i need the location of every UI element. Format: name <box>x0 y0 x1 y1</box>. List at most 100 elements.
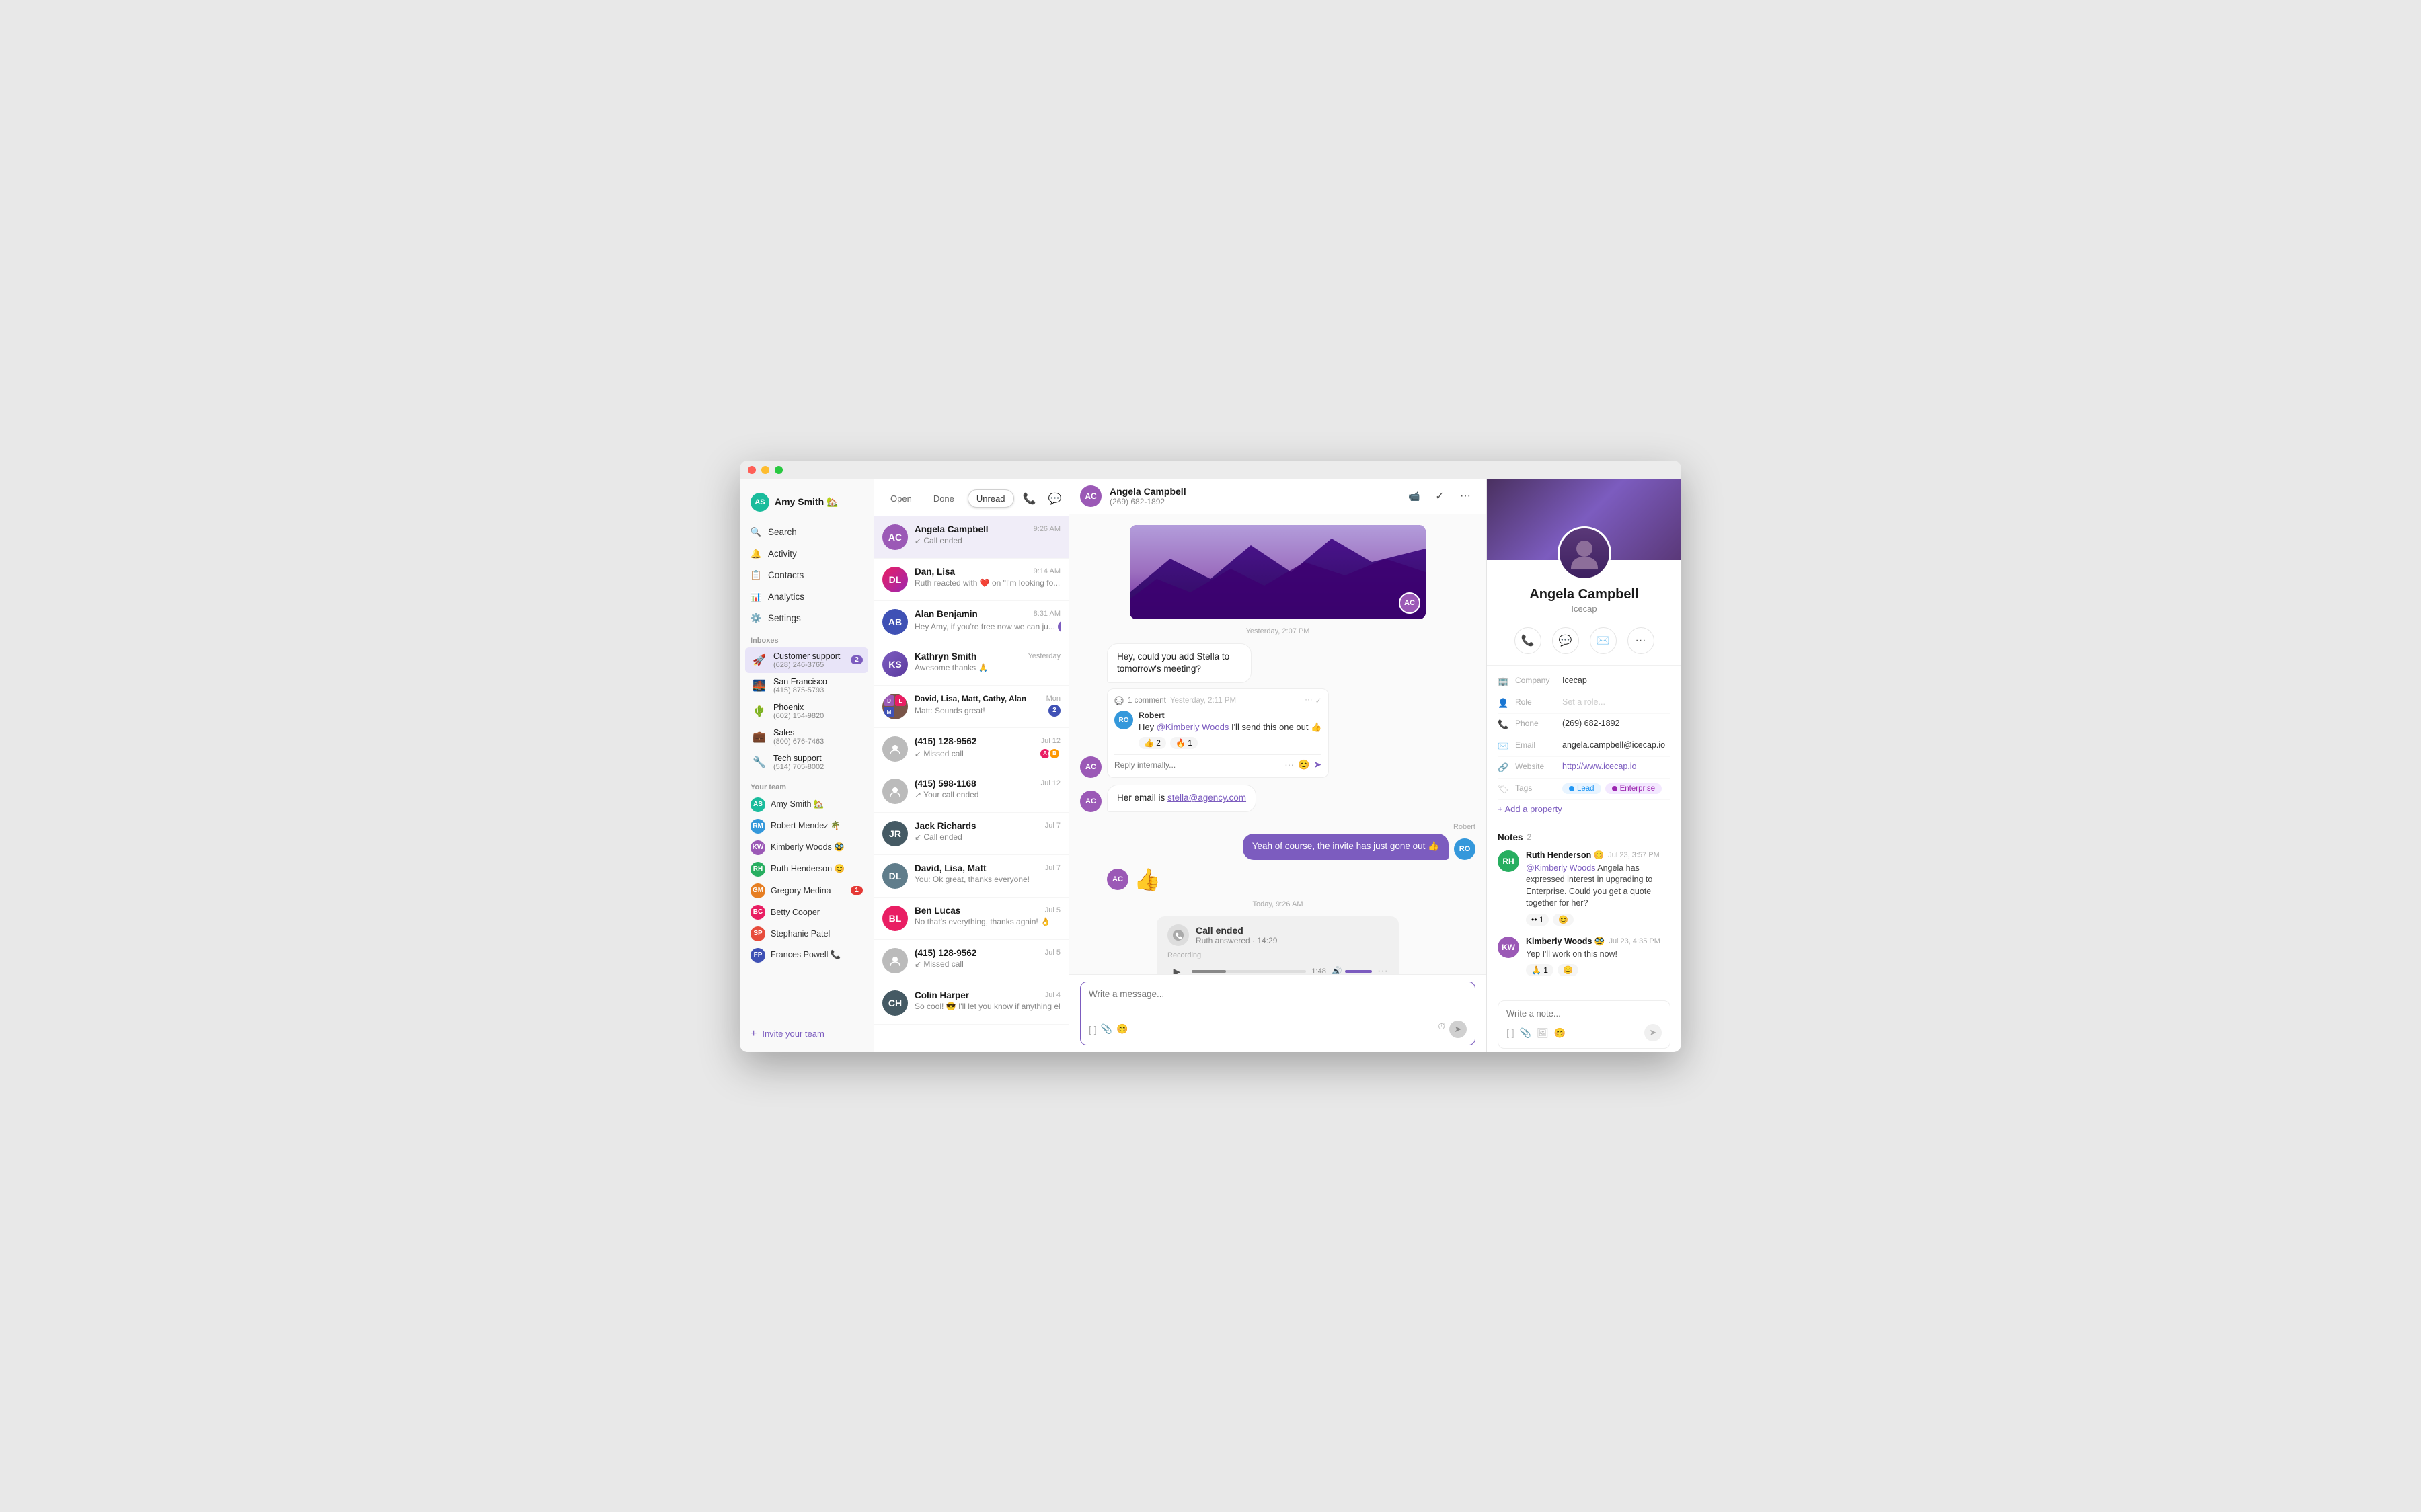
team-member-gregory[interactable]: GM Gregory Medina 1 <box>745 880 868 902</box>
emoji-icon[interactable]: 😊 <box>1116 1023 1128 1035</box>
thread-more-icon[interactable]: ··· <box>1305 696 1313 705</box>
note-image-icon[interactable]: 🖼 <box>1537 1027 1549 1039</box>
more-options-button[interactable]: ··· <box>1455 486 1475 506</box>
audio-player: ▶ 1:48 🔊 ··· <box>1167 962 1388 973</box>
reaction-2[interactable]: 😊 <box>1553 914 1574 926</box>
activity-icon: 🔔 <box>751 549 761 559</box>
tab-open[interactable]: Open <box>882 490 920 507</box>
phone-icon-btn[interactable]: 📞 <box>1020 489 1040 509</box>
conv-badge: 2 <box>1048 705 1061 717</box>
check-button[interactable]: ✓ <box>1430 486 1450 506</box>
team-member-amy[interactable]: AS Amy Smith 🏡 <box>745 794 868 815</box>
conversation-david-group[interactable]: D L M David, Lisa, Matt, Cathy, Alan Mon… <box>874 686 1069 728</box>
team-member-betty[interactable]: BC Betty Cooper <box>745 902 868 923</box>
note-attach-icon[interactable]: 📎 <box>1520 1027 1531 1039</box>
minimize-button[interactable] <box>761 466 769 474</box>
volume-bar[interactable] <box>1345 970 1372 973</box>
website-icon: 🔗 <box>1498 762 1508 773</box>
add-property-button[interactable]: + Add a property <box>1498 800 1670 818</box>
conversation-kathryn[interactable]: KS Kathryn Smith Yesterday Awesome thank… <box>874 643 1069 686</box>
team-list: AS Amy Smith 🏡 RM Robert Mendez 🌴 KW Kim… <box>740 794 874 1021</box>
note-reactions-ruth: •• 1 😊 <box>1526 914 1670 926</box>
format-icon[interactable]: [ ] <box>1089 1024 1097 1035</box>
conversation-angela[interactable]: AC Angela Campbell 9:26 AM ↙ Call ended <box>874 516 1069 559</box>
audio-more-btn[interactable]: ··· <box>1377 965 1388 973</box>
conversation-colin[interactable]: CH Colin Harper Jul 4 So cool! 😎 I'll le… <box>874 982 1069 1025</box>
thread-emoji-icon[interactable]: ··· <box>1284 759 1294 770</box>
invite-team-button[interactable]: + Invite your team <box>745 1024 868 1044</box>
sidebar-item-search[interactable]: 🔍 Search <box>745 522 868 543</box>
tags-icon: 🏷 <box>1498 784 1508 795</box>
thread-send-icon[interactable]: ➤ <box>1314 759 1322 770</box>
sidebar-item-contacts[interactable]: 📋 Contacts <box>745 565 868 586</box>
contacts-icon: 📋 <box>751 570 761 581</box>
reaction-thumbs[interactable]: 👍 2 <box>1139 737 1166 749</box>
maximize-button[interactable] <box>775 466 783 474</box>
reaction-3[interactable]: 🙏 1 <box>1526 964 1553 976</box>
contact-more-button[interactable]: ··· <box>1627 627 1654 654</box>
chat-body: AC Yesterday, 2:07 PM AC Hey, could you … <box>1069 514 1486 974</box>
team-member-kimberly[interactable]: KW Kimberly Woods 🥸 <box>745 837 868 859</box>
sidebar-item-settings[interactable]: ⚙️ Settings <box>745 608 868 629</box>
tab-unread[interactable]: Unread <box>968 489 1014 508</box>
user-profile[interactable]: AS Amy Smith 🏡 <box>740 487 874 522</box>
video-call-button[interactable]: 📹 <box>1404 486 1424 506</box>
thumbs-up-reaction[interactable]: 👍 <box>1134 867 1161 892</box>
thread-emoji-btn[interactable]: 😊 <box>1298 759 1309 770</box>
contact-message-button[interactable]: 💬 <box>1552 627 1579 654</box>
contact-panel: Angela Campbell Icecap 📞 💬 ✉️ ··· 🏢 Comp… <box>1486 479 1681 1052</box>
note-format-icon[interactable]: [ ] <box>1506 1027 1514 1038</box>
sidebar-item-analytics[interactable]: 📊 Analytics <box>745 587 868 607</box>
conversation-jack[interactable]: JR Jack Richards Jul 7 ↙ Call ended <box>874 813 1069 855</box>
note-input[interactable] <box>1506 1008 1662 1019</box>
tag-lead[interactable]: Lead <box>1562 783 1601 794</box>
conversation-dan-lisa[interactable]: DL Dan, Lisa 9:14 AM Ruth reacted with ❤… <box>874 559 1069 601</box>
contact-actions: 📞 💬 ✉️ ··· <box>1487 622 1681 665</box>
inbox-san-francisco[interactable]: 🌉 San Francisco (415) 875-5793 <box>745 673 868 699</box>
chat-icon-btn[interactable]: 💬 <box>1045 489 1065 509</box>
send-button[interactable]: ➤ <box>1449 1021 1467 1038</box>
email-icon: ✉️ <box>1498 741 1508 752</box>
team-member-ruth[interactable]: RH Ruth Henderson 😊 <box>745 859 868 880</box>
call-card-container: Call ended Ruth answered · 14:29 Recordi… <box>1080 916 1475 973</box>
conversation-415-128[interactable]: (415) 128-9562 Jul 12 ↙ Missed call A B <box>874 728 1069 770</box>
volume-icon[interactable]: 🔊 <box>1332 966 1342 973</box>
inbox-customer-support[interactable]: 🚀 Customer support (628) 246-3765 2 <box>745 647 868 673</box>
note-send-button[interactable]: ➤ <box>1644 1024 1662 1041</box>
notes-section: Notes 2 RH Ruth Henderson 😊 Jul 23, 3:57… <box>1487 824 1681 996</box>
audio-progress-bar[interactable] <box>1192 970 1306 973</box>
tag-enterprise[interactable]: Enterprise <box>1605 783 1662 794</box>
conversation-david-matt[interactable]: DL David, Lisa, Matt Jul 7 You: Ok great… <box>874 855 1069 898</box>
conversation-415-598[interactable]: (415) 598-1168 Jul 12 ↗ Your call ended <box>874 770 1069 813</box>
chat-panel: AC Angela Campbell (269) 682-1892 📹 ✓ ··… <box>1069 479 1486 1052</box>
contact-email-button[interactable]: ✉️ <box>1590 627 1617 654</box>
inbox-tech-support[interactable]: 🔧 Tech support (514) 705-8002 <box>745 750 868 775</box>
clock-icon[interactable]: ⏱ <box>1438 1021 1445 1038</box>
team-member-frances[interactable]: FP Frances Powell 📞 <box>745 945 868 966</box>
team-member-robert[interactable]: RM Robert Mendez 🌴 <box>745 815 868 837</box>
conversation-alan[interactable]: AB Alan Benjamin 8:31 AM Hey Amy, if you… <box>874 601 1069 643</box>
username: Amy Smith 🏡 <box>775 496 838 508</box>
sidebar-item-activity[interactable]: 🔔 Activity <box>745 544 868 564</box>
team-label: Your team <box>740 775 874 794</box>
reaction-1[interactable]: •• 1 <box>1526 914 1549 926</box>
contact-call-button[interactable]: 📞 <box>1514 627 1541 654</box>
play-button[interactable]: ▶ <box>1167 962 1186 973</box>
reaction-4[interactable]: 😊 <box>1558 964 1578 976</box>
thread-reply-input[interactable] <box>1114 760 1280 770</box>
inbox-sales[interactable]: 💼 Sales (800) 676-7463 <box>745 724 868 750</box>
message-input[interactable] <box>1089 989 1467 1013</box>
attach-icon[interactable]: 📎 <box>1101 1023 1112 1035</box>
team-avatar: RM <box>751 819 765 834</box>
conversation-415-128-2[interactable]: (415) 128-9562 Jul 5 ↙ Missed call <box>874 940 1069 982</box>
tab-done[interactable]: Done <box>925 490 962 507</box>
thread-check-icon[interactable]: ✓ <box>1315 696 1322 705</box>
team-member-stephanie[interactable]: SP Stephanie Patel <box>745 923 868 945</box>
email-link[interactable]: stella@agency.com <box>1167 793 1246 803</box>
note-emoji-icon[interactable]: 😊 <box>1554 1027 1566 1039</box>
contact-details: 🏢 Company Icecap 👤 Role Set a role... 📞 … <box>1487 665 1681 824</box>
conversation-ben[interactable]: BL Ben Lucas Jul 5 No that's everything,… <box>874 898 1069 940</box>
close-button[interactable] <box>748 466 756 474</box>
inbox-phoenix[interactable]: 🌵 Phoenix (602) 154-9820 <box>745 699 868 724</box>
reaction-fire[interactable]: 🔥 1 <box>1170 737 1198 749</box>
